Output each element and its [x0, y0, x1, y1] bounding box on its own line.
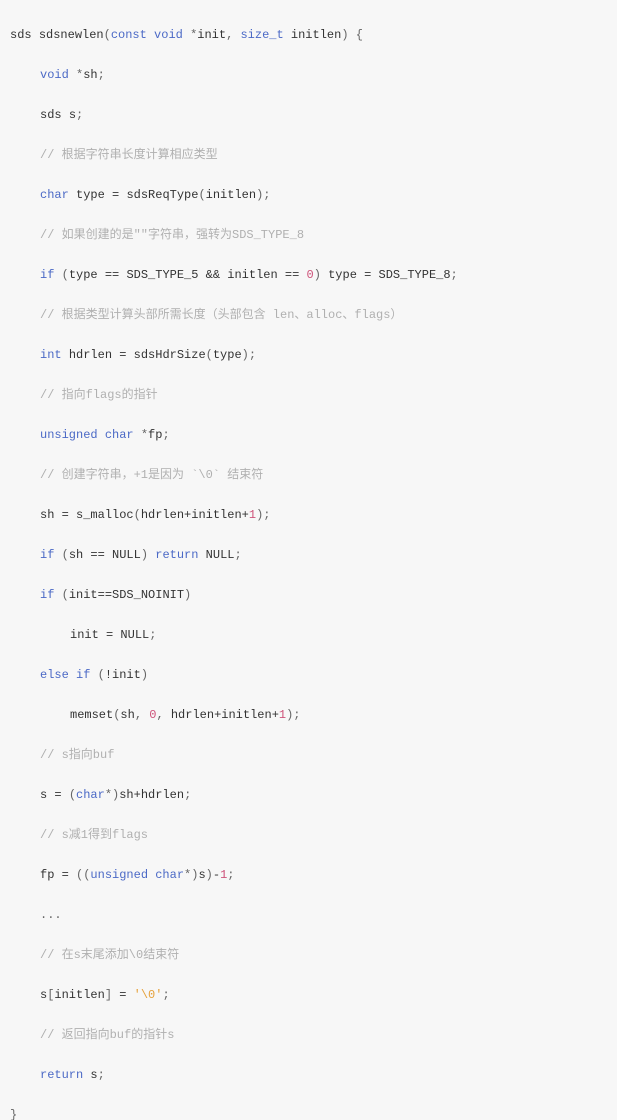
comment: // 创建字符串，+1是因为 `\0` 结束符 — [40, 468, 263, 482]
code-line: // s减1得到flags — [10, 825, 617, 845]
comment: // 根据字符串长度计算相应类型 — [40, 148, 218, 162]
code-line: fp = ((unsigned char*)s)-1; — [10, 865, 617, 885]
comment: // 根据类型计算头部所需长度（头部包含 len、alloc、flags） — [40, 308, 402, 322]
code-line: init = NULL; — [10, 625, 617, 645]
code-line: char type = sdsReqType(initlen); — [10, 185, 617, 205]
comment: // s指向buf — [40, 748, 114, 762]
comment: // 在s末尾添加\0结束符 — [40, 948, 179, 962]
code-line: sh = s_malloc(hdrlen+initlen+1); — [10, 505, 617, 525]
code-line: // 创建字符串，+1是因为 `\0` 结束符 — [10, 465, 617, 485]
token-func: sdsnewlen — [39, 28, 104, 42]
code-line: // s指向buf — [10, 745, 617, 765]
code-line: s = (char*)sh+hdrlen; — [10, 785, 617, 805]
code-line: if (init==SDS_NOINIT) — [10, 585, 617, 605]
code-line: void *sh; — [10, 65, 617, 85]
token-type: sds — [10, 28, 32, 42]
code-line: else if (!init) — [10, 665, 617, 685]
code-line: // 指向flags的指针 — [10, 385, 617, 405]
code-line: int hdrlen = sdsHdrSize(type); — [10, 345, 617, 365]
code-block: sds sdsnewlen(const void *init, size_t i… — [0, 0, 617, 1120]
token-keyword: const — [111, 28, 147, 42]
code-line: // 根据字符串长度计算相应类型 — [10, 145, 617, 165]
comment: // 如果创建的是""字符串，强转为SDS_TYPE_8 — [40, 228, 304, 242]
code-line: // 返回指向buf的指针s — [10, 1025, 617, 1045]
code-line: // 在s末尾添加\0结束符 — [10, 945, 617, 965]
code-line: // 如果创建的是""字符串，强转为SDS_TYPE_8 — [10, 225, 617, 245]
code-line: sds sdsnewlen(const void *init, size_t i… — [10, 25, 617, 45]
code-line: s[initlen] = '\0'; — [10, 985, 617, 1005]
code-line: } — [10, 1105, 617, 1120]
code-line: return s; — [10, 1065, 617, 1085]
comment: // 指向flags的指针 — [40, 388, 158, 402]
code-line: memset(sh, 0, hdrlen+initlen+1); — [10, 705, 617, 725]
code-line: unsigned char *fp; — [10, 425, 617, 445]
comment: // s减1得到flags — [40, 828, 148, 842]
code-line: // 根据类型计算头部所需长度（头部包含 len、alloc、flags） — [10, 305, 617, 325]
code-line: if (type == SDS_TYPE_5 && initlen == 0) … — [10, 265, 617, 285]
code-line: sds s; — [10, 105, 617, 125]
code-line: ... — [10, 905, 617, 925]
code-line: if (sh == NULL) return NULL; — [10, 545, 617, 565]
comment: // 返回指向buf的指针s — [40, 1028, 174, 1042]
